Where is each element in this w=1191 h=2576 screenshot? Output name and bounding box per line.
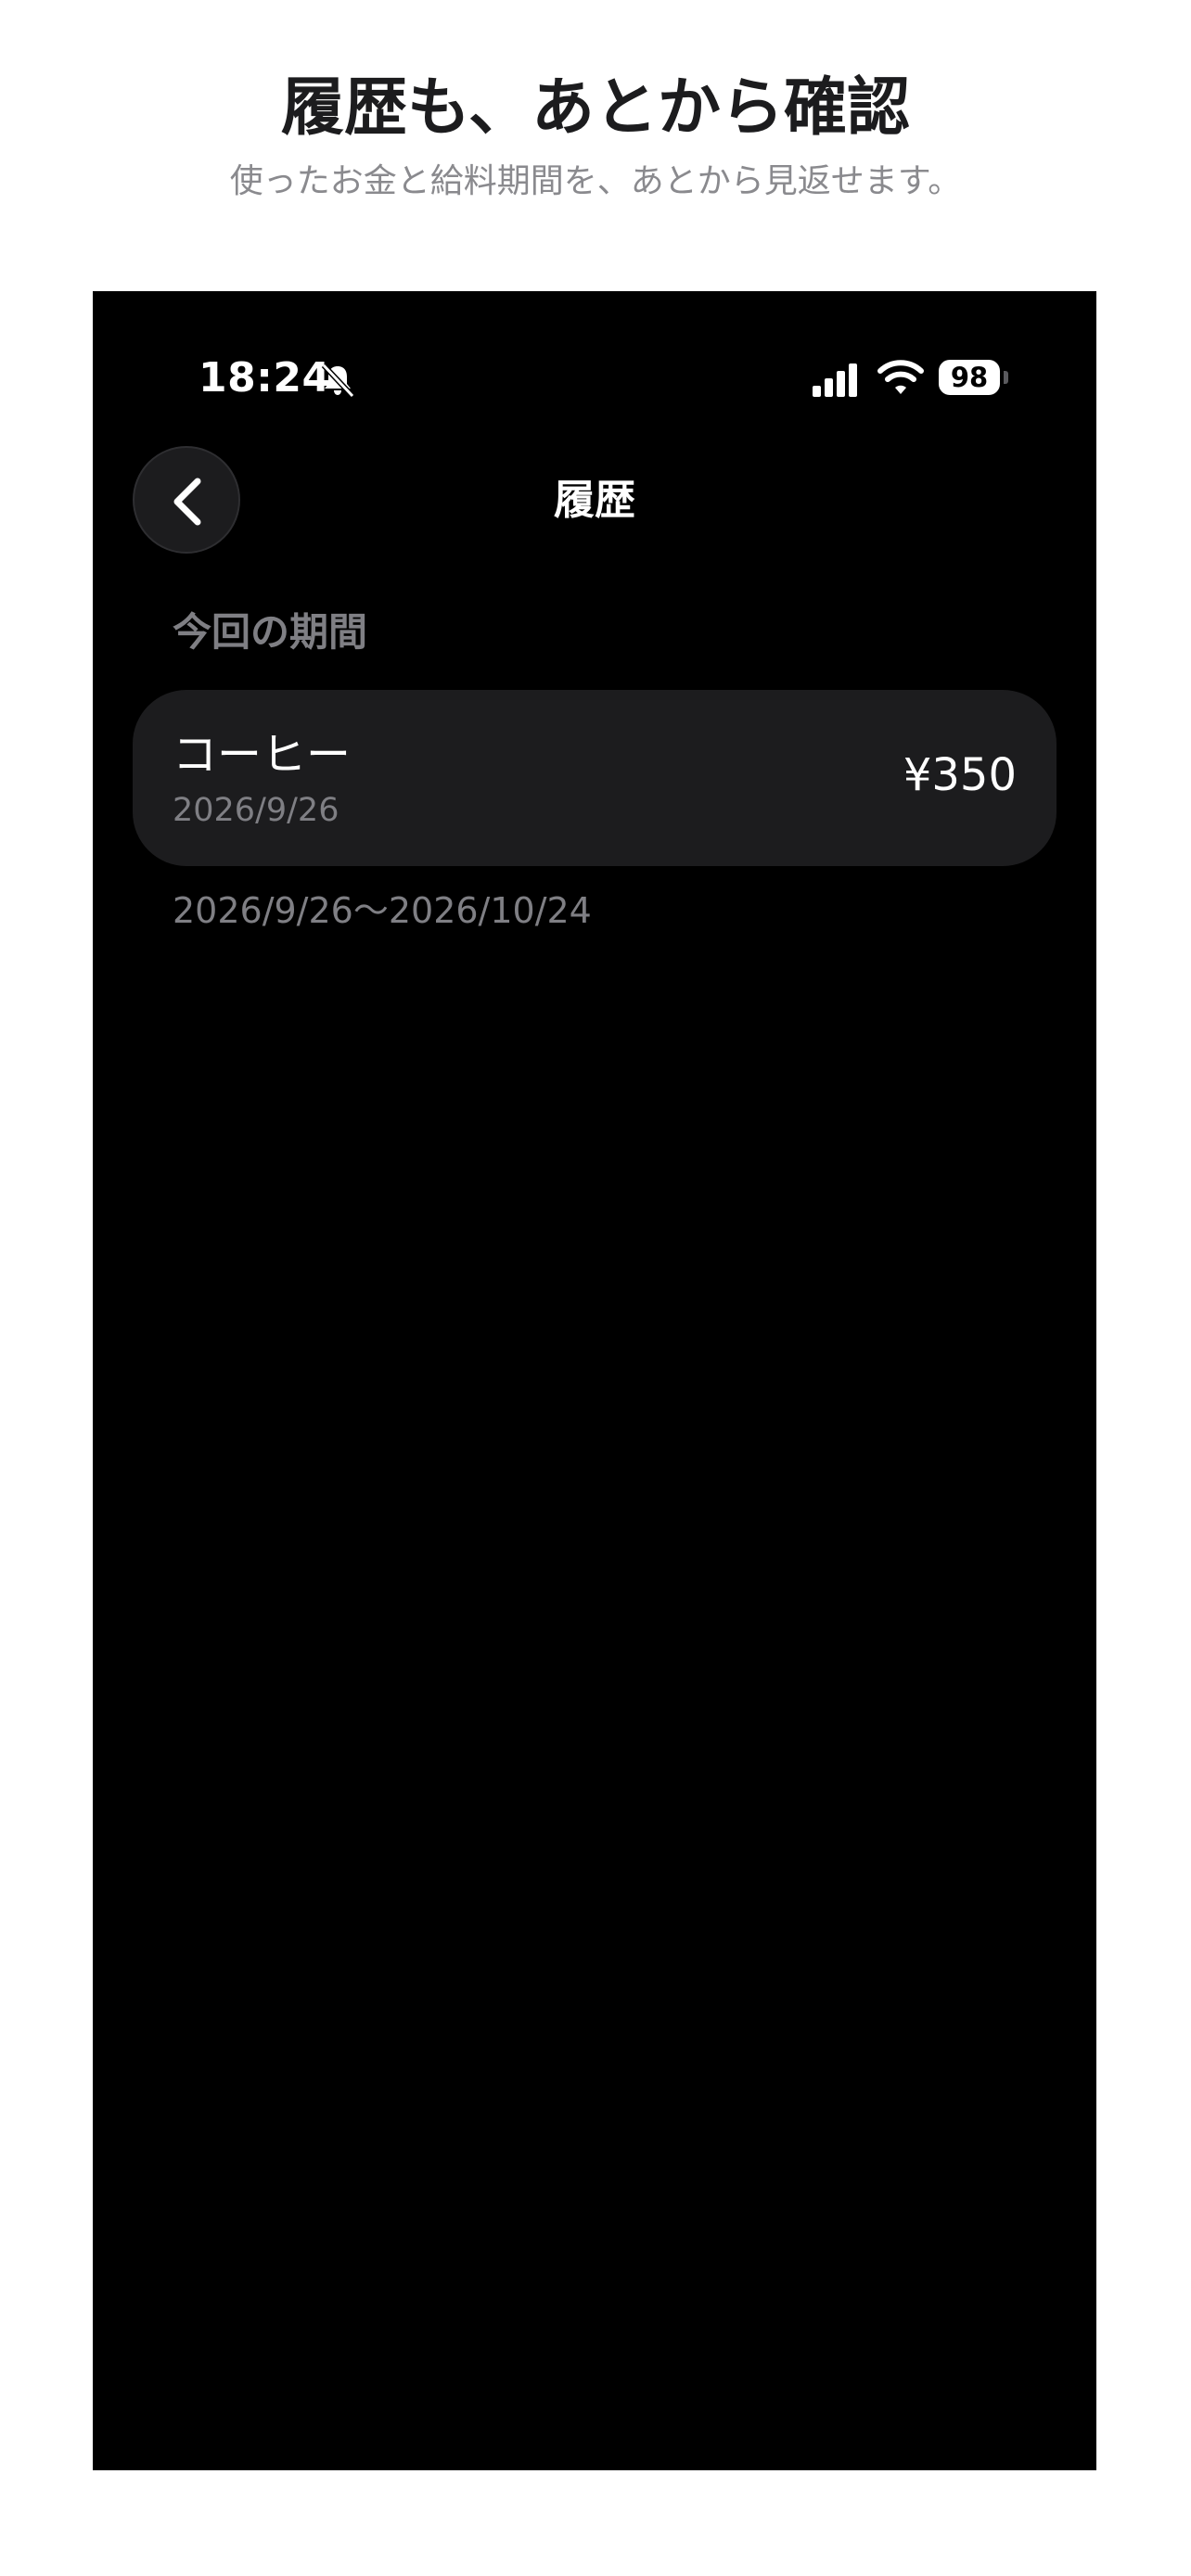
wifi-icon	[877, 360, 924, 394]
battery-tip	[1004, 371, 1008, 384]
status-bar: 18:24 98	[93, 343, 1096, 417]
section-header: 今回の期間	[173, 609, 368, 655]
promo-title: 履歴も、あとから確認	[281, 71, 910, 145]
history-item-name: コーヒー	[173, 729, 352, 781]
page-title: 履歴	[554, 477, 635, 524]
bell-slash-icon	[321, 363, 355, 399]
phone-screen: 18:24 98 履歴 今回の期間 コーヒー 2026/9/26 ¥350 20…	[93, 291, 1096, 2470]
history-item[interactable]: コーヒー 2026/9/26 ¥350	[133, 690, 1057, 866]
promo-subtitle: 使ったお金と給料期間を、あとから見返せます。	[229, 162, 962, 200]
history-item-date: 2026/9/26	[173, 792, 339, 829]
status-time: 18:24	[198, 354, 331, 402]
cellular-signal-icon	[813, 363, 857, 397]
history-item-amount: ¥350	[903, 749, 1017, 801]
battery-indicator: 98	[939, 360, 1000, 395]
period-range: 2026/9/26〜2026/10/24	[173, 890, 592, 931]
